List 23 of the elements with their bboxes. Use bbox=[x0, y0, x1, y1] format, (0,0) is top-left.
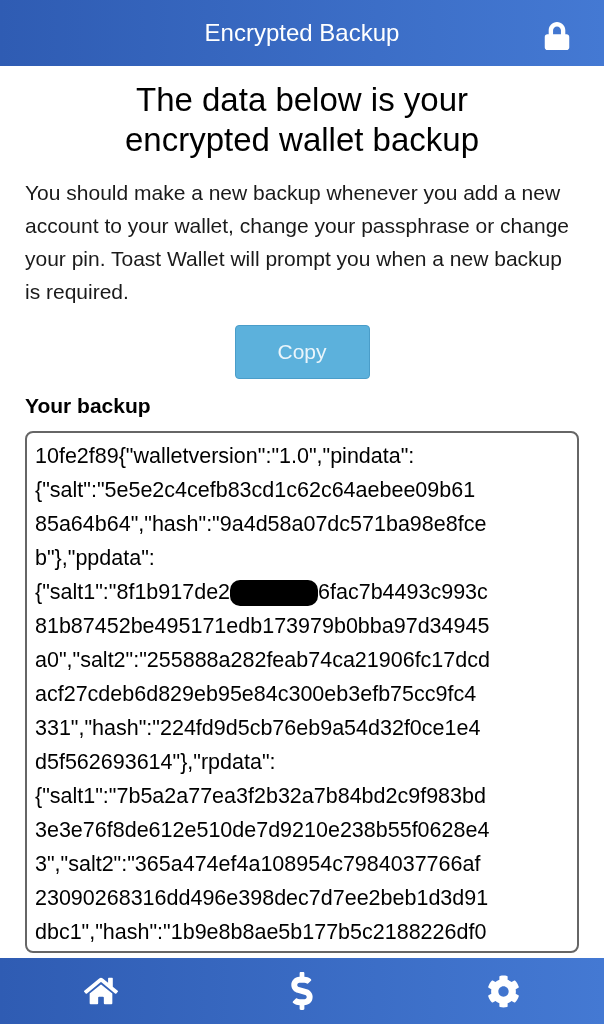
backup-text-area[interactable] bbox=[25, 431, 579, 953]
backup-line: 10fe2f89{"walletversion":"1.0","pindata": bbox=[35, 443, 416, 470]
backup-line: acf27cdeb6d829eb95e84c300eb3efb75cc9fc4 bbox=[35, 681, 478, 708]
page-heading: The data below is your encrypted wallet backup bbox=[123, 80, 480, 160]
settings-icon bbox=[486, 974, 520, 1008]
backup-line: 3","salt2":"365a474ef4a108954c7984037766af bbox=[35, 851, 482, 878]
header-title: Encrypted Backup bbox=[204, 18, 400, 48]
copy-button[interactable]: Copy bbox=[234, 325, 370, 379]
backup-line: 23090268316dd496e398dec7d7ee2beb1d3d91 bbox=[35, 885, 490, 912]
backup-line: {"salt1":"7b5a2a77ea3f2b32a7b84bd2c9f983bd bbox=[35, 783, 487, 810]
backup-line: 331","hash":"224fd9d5cb76eb9a54d32f0ce1e4 bbox=[35, 715, 482, 742]
backup-line: {"salt1":"8f1b917de2 6fac7b4493c993c bbox=[35, 575, 569, 609]
backup-line: 3e3e76f8de612e510de7d9210e238b55f0628e4 bbox=[35, 817, 491, 844]
backup-line: b"},"ppdata": bbox=[35, 545, 156, 572]
backup-line: 85a64b64","hash":"9a4d58a07dc571ba98e8fce bbox=[35, 511, 488, 538]
backup-line: {"salt":"5e5e2c4cefb83cd1c62c64aebee09b61 bbox=[35, 477, 477, 504]
lock-icon bbox=[544, 22, 570, 50]
backup-label: Your backup bbox=[25, 393, 152, 419]
backup-line: dbc1","hash":"1b9e8b8ae5b177b5c2188226df0 bbox=[35, 919, 488, 946]
description-text: You should make a new backup whenever you add a new account to your wallet, change your passphrase or change your pin. Toast Wallet will prompt you when a new backup is required. bbox=[25, 180, 570, 305]
backup-line: a0","salt2":"255888a282feab74ca21906fc17dcd bbox=[35, 647, 491, 674]
backup-line: 81b87452be495171edb173979b0bba97d34945 bbox=[35, 613, 491, 640]
backup-line: d5f562693614"},"rpdata": bbox=[35, 749, 277, 776]
